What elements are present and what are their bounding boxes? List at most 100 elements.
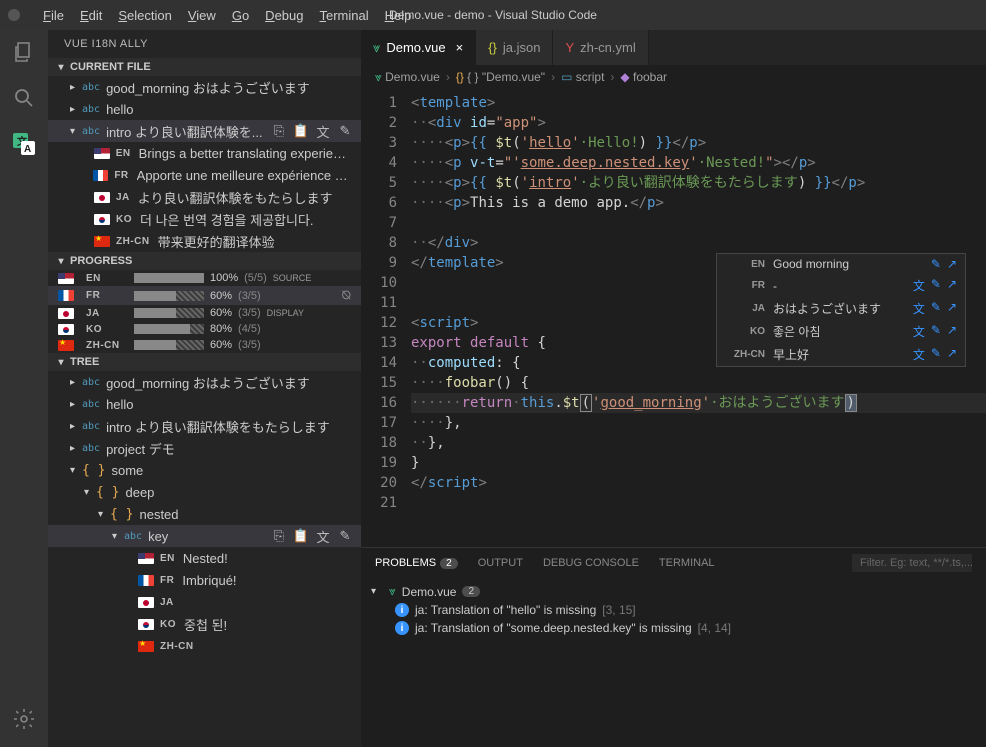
current-file-item[interactable]: ▸abchello [48,98,361,120]
info-icon: i [395,621,409,635]
pen-icon[interactable]: ✎ [931,277,941,294]
menu-debug[interactable]: Debug [258,4,310,27]
editor[interactable]: 123456789101112131415161718192021 <templ… [361,89,986,547]
translate-icon[interactable]: 文 [913,346,925,363]
files-icon[interactable] [10,38,38,66]
pen-icon[interactable]: ✎ [931,346,941,363]
menu-bar: File Edit Selection View Go Debug Termin… [36,4,418,27]
goto-icon[interactable]: ↗ [947,257,957,271]
filter-input[interactable]: Filter. Eg: text, **/*.ts,... [852,554,972,572]
current-file-lang[interactable]: FRApporte une meilleure expérience de... [48,164,361,186]
code-area[interactable]: <template> ··<div id="app"> ····<p>{{ $t… [411,89,986,547]
section-progress[interactable]: ▾PROGRESS [48,252,361,270]
goto-icon[interactable]: ↗ [947,277,957,294]
current-file-lang[interactable]: KO더 나은 번역 경험을 제공합니다. [48,208,361,230]
info-icon: i [395,603,409,617]
tab-output[interactable]: OUTPUT [478,557,523,569]
tab-terminal[interactable]: TERMINAL [659,557,715,569]
pen-icon[interactable]: ✎ [931,323,941,340]
yaml-icon: Y [565,40,574,55]
translate-icon[interactable]: 文 [315,528,331,544]
search-icon[interactable] [10,84,38,112]
tree-item[interactable]: ▾{ }nested [48,503,361,525]
problem-item[interactable]: ija: Translation of "hello" is missing[3… [371,601,976,619]
tab-problems[interactable]: PROBLEMS2 [375,557,458,569]
tree-item[interactable]: ▸abchello [48,393,361,415]
goto-icon[interactable]: ↗ [947,300,957,317]
editor-tab[interactable]: {}ja.json [476,30,553,65]
menu-terminal[interactable]: Terminal [312,4,375,27]
pen-icon[interactable]: ✎ [931,257,941,271]
flag-icon [138,619,154,630]
current-file-item[interactable]: ▾abcintro より良い翻訳体験を...⎘📋文✎ [48,120,361,142]
menu-go[interactable]: Go [225,4,256,27]
tree-item[interactable]: ▸abcproject デモ [48,437,361,459]
tree-item[interactable]: FRImbriqué! [48,569,361,591]
tree-item[interactable]: JA [48,591,361,613]
copy-icon[interactable]: ⎘ [271,123,287,139]
breadcrumb-item[interactable]: ◆ foobar [620,70,667,84]
goto-icon[interactable]: ↗ [947,346,957,363]
i18n-ally-icon[interactable]: 文A [10,130,38,158]
close-icon[interactable]: × [456,40,464,55]
pen-icon[interactable]: ✎ [931,300,941,317]
tree-item[interactable]: ▾{ }deep [48,481,361,503]
breadcrumb[interactable]: ⩔ Demo.vue›{} { } "Demo.vue"›▭ script›◆ … [361,65,986,89]
hint-row: FR-文✎↗ [717,274,965,297]
tab-debug-console[interactable]: DEBUG CONSOLE [543,557,639,569]
menu-selection[interactable]: Selection [111,4,178,27]
edit-icon[interactable]: ✎ [337,123,353,139]
menu-view[interactable]: View [181,4,223,27]
flag-icon [93,170,109,181]
current-file-lang[interactable]: JAより良い翻訳体験をもたらします [48,186,361,208]
breadcrumb-item[interactable]: ⩔ Demo.vue [375,70,440,85]
tree-item[interactable]: ▸abcgood_morning おはようございます [48,371,361,393]
flag-icon [58,324,74,335]
window-button[interactable] [8,9,20,21]
tree-item[interactable]: ZH-CN [48,635,361,657]
translate-icon[interactable]: 文 [913,277,925,294]
eye-off-icon[interactable]: ⦰ [341,288,351,303]
current-file-lang[interactable]: ZH-CN带来更好的翻译体验 [48,230,361,252]
gear-icon[interactable] [10,705,38,733]
section-tree[interactable]: ▾TREE [48,353,361,371]
goto-icon[interactable]: ↗ [947,323,957,340]
editor-tab[interactable]: ⩔Demo.vue× [361,30,476,65]
tree-item[interactable]: ▸abcintro より良い翻訳体験をもたらします [48,415,361,437]
editor-group: ⩔Demo.vue×{}ja.jsonYzh-cn.yml ⩔ Demo.vue… [361,30,986,747]
problems-file[interactable]: ▾ ⩔ Demo.vue 2 [371,582,976,601]
tree-item[interactable]: ▾abckey⎘📋文✎ [48,525,361,547]
editor-tab[interactable]: Yzh-cn.yml [553,30,648,65]
hint-row: JAおはようございます文✎↗ [717,297,965,320]
progress-row[interactable]: JA60%(3/5)DISPLAY [48,305,361,321]
flag-icon [58,273,74,284]
translate-icon[interactable]: 文 [913,300,925,317]
current-file-item[interactable]: ▸abcgood_morning おはようございます [48,76,361,98]
flag-icon [94,148,110,159]
flag-icon [138,641,154,652]
current-file-lang[interactable]: ENBrings a better translating experience [48,142,361,164]
menu-file[interactable]: File [36,4,71,27]
section-current-file[interactable]: ▾CURRENT FILE [48,58,361,76]
translate-icon[interactable]: 文 [913,323,925,340]
tree-item[interactable]: ▾{ }some [48,459,361,481]
translate-icon[interactable]: 文 [315,123,331,139]
flag-icon [94,236,110,247]
problem-item[interactable]: ija: Translation of "some.deep.nested.ke… [371,619,976,637]
tree-item[interactable]: KO중첩 된! [48,613,361,635]
edit-icon[interactable]: ✎ [337,528,353,544]
progress-row[interactable]: ZH-CN60%(3/5) [48,337,361,353]
copy-icon[interactable]: ⎘ [271,528,287,544]
flag-icon [94,192,110,203]
breadcrumb-item[interactable]: ▭ script [561,70,604,84]
flag-icon [58,290,74,301]
progress-row[interactable]: FR60%(3/5)⦰ [48,286,361,305]
breadcrumb-item[interactable]: {} { } "Demo.vue" [456,70,545,84]
tree-item[interactable]: ENNested! [48,547,361,569]
menu-edit[interactable]: Edit [73,4,109,27]
paste-icon[interactable]: 📋 [293,528,309,544]
progress-row[interactable]: EN100%(5/5)SOURCE [48,270,361,286]
paste-icon[interactable]: 📋 [293,123,309,139]
panel: PROBLEMS2 OUTPUT DEBUG CONSOLE TERMINAL … [361,547,986,747]
progress-row[interactable]: KO80%(4/5) [48,321,361,337]
